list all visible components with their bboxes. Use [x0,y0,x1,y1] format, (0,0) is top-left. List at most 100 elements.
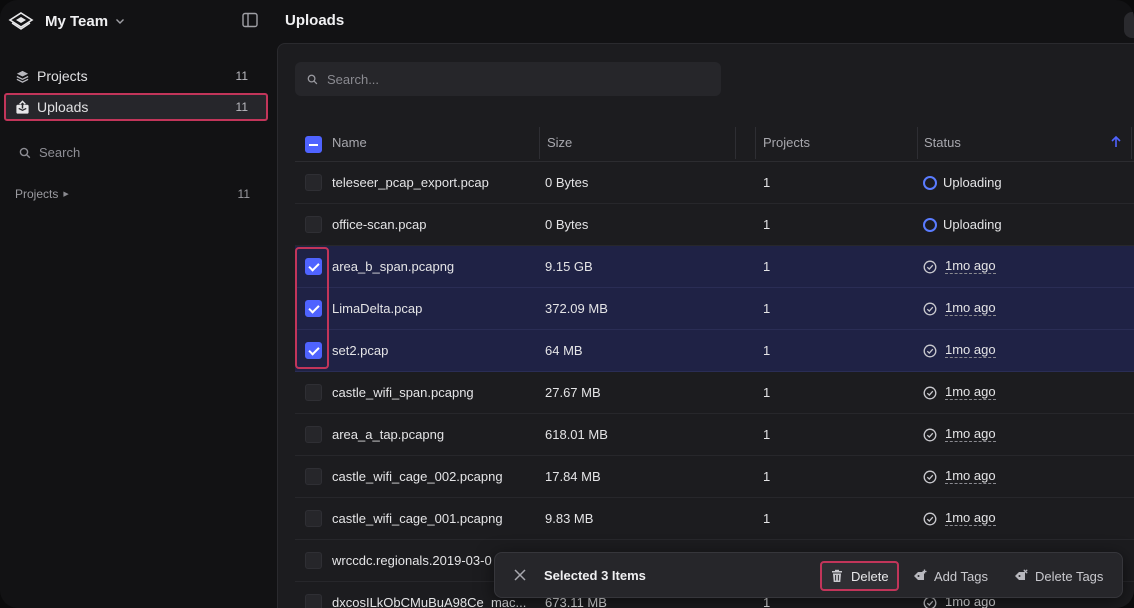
project-count: 1 [763,259,771,274]
file-name: castle_wifi_span.pcapng [332,385,474,400]
sidebar-search-label: Search [39,145,81,160]
status-cell: 1mo ago [923,469,996,484]
add-tags-button[interactable]: Add Tags [905,561,996,591]
close-icon[interactable] [513,568,527,582]
column-divider [1131,127,1132,159]
file-size: 17.84 MB [545,469,601,484]
search-input[interactable] [327,71,707,87]
column-header-name[interactable]: Name [332,135,367,150]
file-name: area_a_tap.pcapng [332,427,445,442]
table-header: Name Size Projects Status [295,124,1134,162]
status-cell: 1mo ago [923,301,996,316]
delete-tags-label: Delete Tags [1035,568,1104,584]
row-checkbox[interactable] [305,426,322,443]
check-circle-icon [923,470,937,483]
file-name: office-scan.pcap [332,217,427,232]
team-logo-icon [8,12,34,30]
sidebar: My Team Projects 11 Uploads 11 Search Pr… [0,0,276,608]
table-row[interactable]: castle_wifi_cage_002.pcapng 17.84 MB 1 1mo … [295,456,1134,498]
row-checkbox[interactable] [305,594,322,608]
project-count: 1 [763,427,771,442]
check-circle-icon [923,344,937,357]
status-time[interactable]: 1mo ago [945,385,996,400]
table-row[interactable]: office-scan.pcap 0 Bytes 1 Uploading [295,204,1134,246]
project-count: 1 [763,301,771,316]
status-time[interactable]: 1mo ago [945,301,996,316]
search-icon [307,74,318,84]
tag-add-icon [914,569,927,580]
sidebar-toggle-icon[interactable] [241,11,259,29]
trash-icon [832,569,842,582]
column-header-size[interactable]: Size [547,135,572,150]
selection-count-label: Selected 3 Items [544,568,646,583]
table-row[interactable]: area_b_span.pcapng 9.15 GB 1 1mo ago [295,246,1134,288]
status-time[interactable]: 1mo ago [945,259,996,274]
add-tags-label: Add Tags [934,568,988,584]
status-text: Uploading [943,175,1002,190]
delete-button[interactable]: Delete [820,561,899,591]
column-header-projects[interactable]: Projects [763,135,810,150]
select-all-checkbox[interactable] [305,136,322,153]
sidebar-item-label: Uploads [37,99,89,115]
row-checkbox[interactable] [305,342,322,359]
row-checkbox[interactable] [305,552,322,569]
check-circle-icon [923,386,937,399]
row-checkbox[interactable] [305,468,322,485]
column-divider[interactable] [917,127,918,159]
search-field[interactable] [295,62,721,96]
table-row[interactable]: set2.pcap 64 MB 1 1mo ago [295,330,1134,372]
status-text: Uploading [943,217,1002,232]
row-checkbox[interactable] [305,216,322,233]
main-panel: Name Size Projects Status teleseer_pcap_… [277,43,1134,608]
row-checkbox[interactable] [305,174,322,191]
project-count: 1 [763,175,771,190]
project-count: 1 [763,217,771,232]
project-count: 1 [763,469,771,484]
file-size: 9.15 GB [545,259,593,274]
status-cell: 1mo ago [923,511,996,526]
status-time[interactable]: 1mo ago [945,427,996,442]
sidebar-item-count: 11 [235,100,248,114]
row-checkbox[interactable] [305,384,322,401]
table-body: teleseer_pcap_export.pcap 0 Bytes 1 Uploadi… [295,162,1134,608]
column-divider[interactable] [539,127,540,159]
table-row[interactable]: castle_wifi_cage_001.pcapng 9.83 MB 1 1mo a… [295,498,1134,540]
table-row[interactable]: LimaDelta.pcap 372.09 MB 1 1mo ago [295,288,1134,330]
column-divider[interactable] [735,127,736,159]
status-time[interactable]: 1mo ago [945,343,996,358]
sort-ascending-icon[interactable] [1109,135,1123,149]
uploads-table: Name Size Projects Status teleseer_pcap_… [295,124,1134,608]
upload-tray-icon [16,99,29,114]
check-circle-icon [923,512,937,525]
sidebar-search[interactable]: Search [19,145,80,160]
table-row[interactable]: teleseer_pcap_export.pcap 0 Bytes 1 Uploadi… [295,162,1134,204]
project-count: 1 [763,511,771,526]
table-row[interactable]: area_a_tap.pcapng 618.01 MB 1 1mo ago [295,414,1134,456]
search-icon [19,147,31,158]
column-divider[interactable] [755,127,756,159]
sidebar-item-uploads[interactable]: Uploads 11 [4,93,268,121]
file-size: 9.83 MB [545,511,594,526]
status-time[interactable]: 1mo ago [945,511,996,526]
row-checkbox[interactable] [305,300,322,317]
delete-tags-button[interactable]: Delete Tags [1006,561,1111,591]
table-row[interactable]: castle_wifi_span.pcapng 27.67 MB 1 1mo ago [295,372,1134,414]
section-label: Projects [15,187,59,201]
status-cell: Uploading [923,217,1002,232]
sidebar-item-projects[interactable]: Projects 11 [4,62,268,90]
team-name: My Team [45,12,109,30]
team-switcher[interactable]: My Team [8,8,126,34]
file-size: 0 Bytes [545,217,589,232]
file-name: LimaDelta.pcap [332,301,423,316]
check-circle-icon [923,302,937,315]
sidebar-section-projects[interactable]: Projects ▶ 11 [15,187,255,201]
row-checkbox[interactable] [305,258,322,275]
column-header-status[interactable]: Status [924,135,961,150]
check-circle-icon [923,260,937,273]
status-cell: Uploading [923,175,1002,190]
tag-remove-icon [1015,569,1028,580]
row-checkbox[interactable] [305,510,322,527]
window-corner-control[interactable] [1124,12,1134,38]
project-count: 1 [763,343,771,358]
status-time[interactable]: 1mo ago [945,469,996,484]
